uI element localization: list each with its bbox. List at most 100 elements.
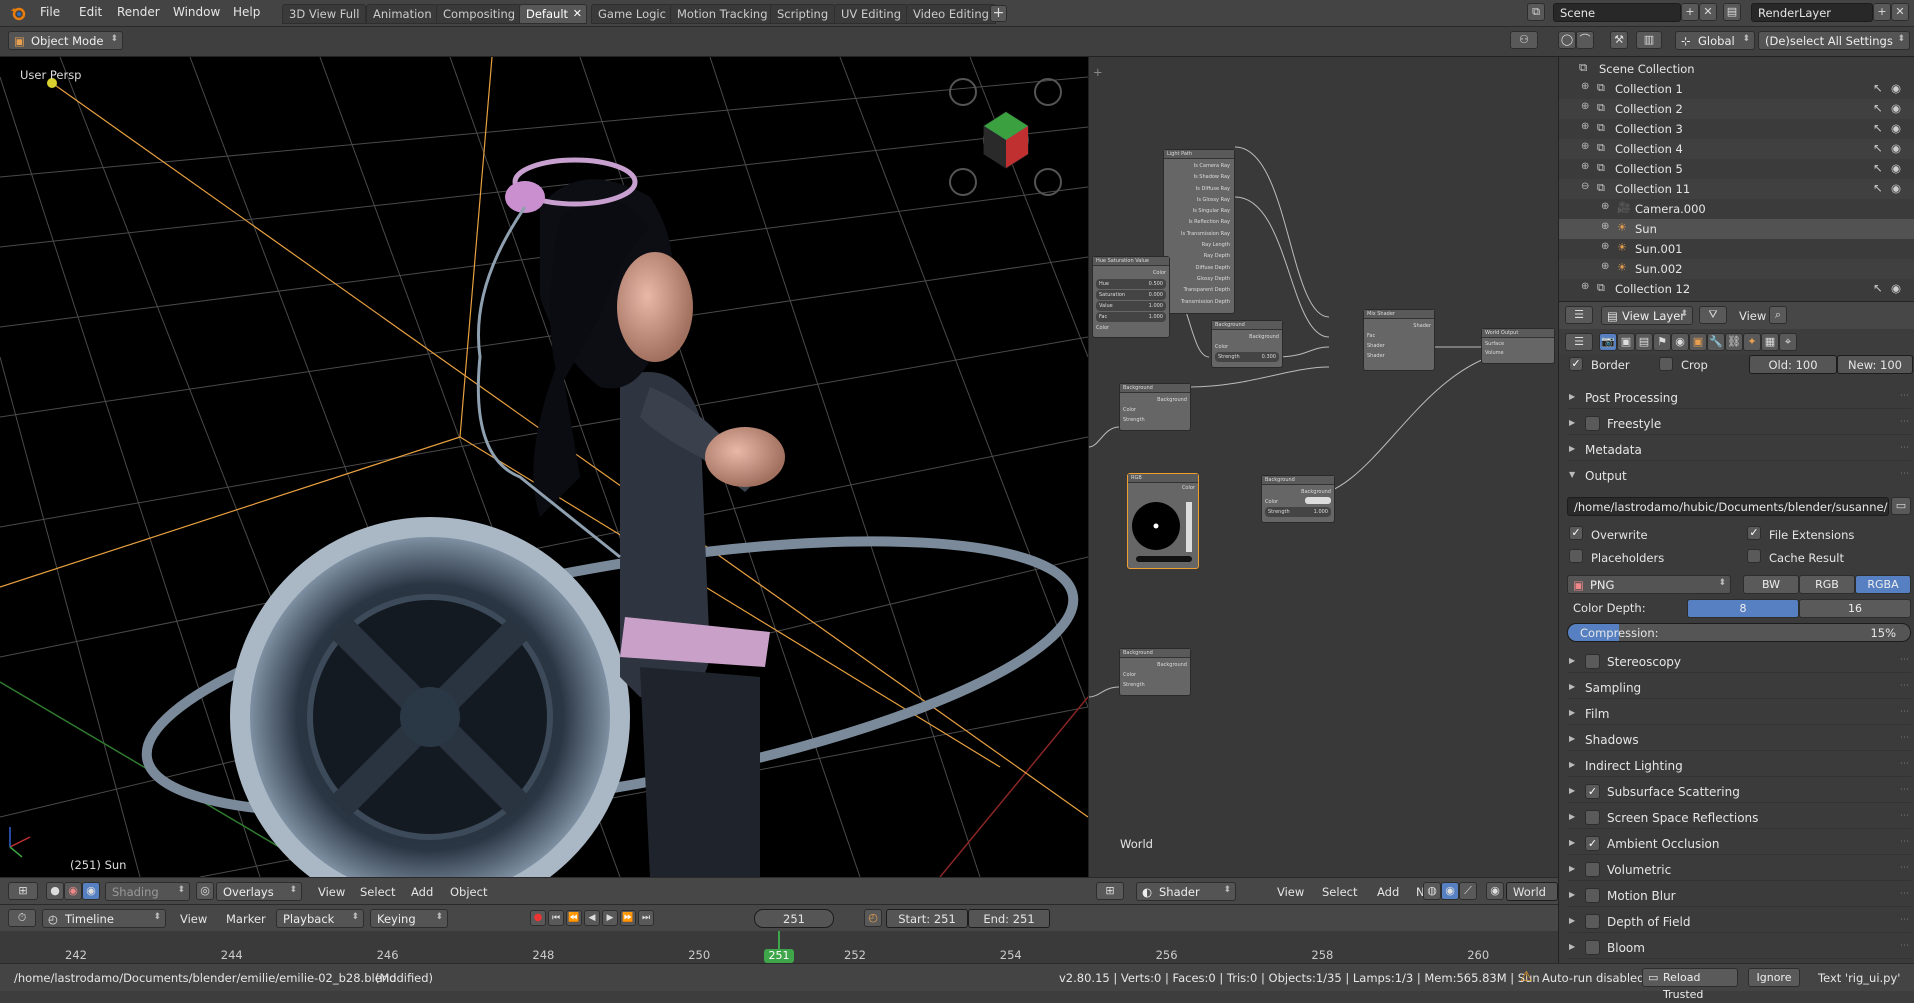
current-frame-field[interactable]: 251: [754, 909, 834, 928]
border-checkbox[interactable]: ✓: [1569, 357, 1583, 371]
outliner-row[interactable]: ⊕ ⧉ Collection 2 ↖ ◉: [1559, 99, 1914, 119]
timeline-editor-type-icon[interactable]: ⏱: [8, 909, 36, 927]
volumetric-checkbox[interactable]: [1585, 862, 1600, 877]
visibility-eye-icon[interactable]: ◉: [1891, 121, 1901, 135]
world-datablock-icon[interactable]: ◉: [1486, 882, 1504, 900]
jump-keyframe-back-icon[interactable]: ⏪: [566, 910, 582, 926]
crop-checkbox[interactable]: [1659, 357, 1673, 371]
new-frame-field[interactable]: New: 100: [1837, 355, 1913, 374]
orientation-dropdown[interactable]: ⊹ Global: [1675, 31, 1755, 50]
node-world-output[interactable]: World Output Surface Volume: [1481, 328, 1555, 364]
pivot-icon[interactable]: ⚇: [1510, 31, 1538, 49]
motion-blur-checkbox[interactable]: [1585, 888, 1600, 903]
object-mode-dropdown[interactable]: ▣ Object Mode: [8, 31, 123, 50]
add-scene-icon[interactable]: +: [1681, 3, 1699, 21]
outliner-row[interactable]: ⊖ ⧉ Collection 11 ↖ ◉: [1559, 179, 1914, 199]
scene-tab-icon[interactable]: ⚑: [1653, 333, 1671, 351]
tab-video-editing[interactable]: Video Editing: [906, 4, 996, 24]
panel-depth-of-field[interactable]: ▶ Depth of Field ⋯: [1567, 911, 1911, 933]
viewport-menu-object[interactable]: Object: [450, 885, 487, 899]
visibility-eye-icon[interactable]: ◉: [1891, 141, 1901, 155]
viewport-menu-add[interactable]: Add: [411, 885, 433, 899]
select-settings-dropdown[interactable]: (De)select All Settings: [1758, 31, 1910, 50]
panel-bloom[interactable]: ▶ Bloom ⋯: [1567, 937, 1911, 959]
properties-editor[interactable]: ✓ Border Crop Old: 100 New: 100 ▶ Post P…: [1558, 355, 1914, 963]
expand-toggle-icon[interactable]: ⊖: [1581, 181, 1589, 192]
start-frame-field[interactable]: Start: 251: [886, 909, 968, 928]
hsv-value[interactable]: 1.000: [1149, 301, 1163, 311]
outliner-row[interactable]: ⊕ ⧉ Collection 4 ↖ ◉: [1559, 139, 1914, 159]
node-menu-add[interactable]: Add: [1377, 885, 1399, 899]
properties-editor-type-icon[interactable]: ☰: [1565, 306, 1593, 324]
outliner-row[interactable]: ⊕ ☀ Sun.001: [1559, 239, 1914, 259]
menu-help[interactable]: Help: [233, 5, 260, 19]
panel-volumetric[interactable]: ▶ Volumetric ⋯: [1567, 859, 1911, 881]
close-tab-icon[interactable]: ✕: [573, 7, 582, 20]
timeline-menu-view[interactable]: View: [180, 912, 207, 926]
drag-grip-icon[interactable]: ⋯: [1900, 811, 1909, 821]
drag-grip-icon[interactable]: ⋯: [1900, 655, 1909, 665]
drag-grip-icon[interactable]: ⋯: [1900, 785, 1909, 795]
ignore-button[interactable]: Ignore: [1748, 968, 1800, 987]
filter-icon[interactable]: ⛛: [1699, 306, 1727, 324]
drag-grip-icon[interactable]: ⋯: [1900, 733, 1909, 743]
viewport-menu-select[interactable]: Select: [360, 885, 395, 899]
overlays-icon[interactable]: ◎: [196, 882, 214, 900]
compression-slider[interactable]: Compression: 15%: [1567, 623, 1911, 642]
drag-grip-icon[interactable]: ⋯: [1900, 707, 1909, 717]
outliner-row[interactable]: ⊕ ☀ Sun.002: [1559, 259, 1914, 279]
selectable-toggle-icon[interactable]: ↖: [1873, 161, 1883, 175]
stereoscopy-checkbox[interactable]: [1585, 654, 1600, 669]
color-mode-rgb-button[interactable]: RGB: [1799, 575, 1855, 594]
expand-toggle-icon[interactable]: ⊕: [1601, 221, 1609, 232]
panel-stereoscopy[interactable]: ▶ Stereoscopy ⋯: [1567, 651, 1911, 673]
timeline-menu-marker[interactable]: Marker: [226, 912, 266, 926]
node-background-1[interactable]: Background Background Color Strength 0.300: [1211, 320, 1283, 368]
props-search-icon[interactable]: ⌕: [1769, 306, 1787, 324]
file-format-dropdown[interactable]: ▣ PNG: [1567, 575, 1731, 594]
tab-game-logic[interactable]: Game Logic: [591, 4, 673, 24]
node-background-4[interactable]: Background Background Color Strength: [1119, 648, 1191, 696]
node-mix-shader[interactable]: Mix Shader Shader Fac Shader Shader: [1363, 309, 1435, 371]
data-tab-icon[interactable]: ✦: [1743, 333, 1761, 351]
line-style-icon[interactable]: ⟋: [1459, 882, 1477, 900]
pan-icon[interactable]: [949, 168, 977, 196]
layers-icon[interactable]: ▥: [1636, 31, 1662, 49]
tab-3d-view-full[interactable]: 3D View Full: [282, 4, 367, 24]
outliner-row[interactable]: ⊕ ⧉ Collection 3 ↖ ◉: [1559, 119, 1914, 139]
screen-space-reflections-checkbox[interactable]: [1585, 810, 1600, 825]
3d-viewport[interactable]: User Persp (251) Sun: [0, 57, 1088, 877]
outliner-scene-collection[interactable]: ⧉ Scene Collection: [1559, 59, 1914, 79]
visibility-eye-icon[interactable]: ◉: [1891, 161, 1901, 175]
selectable-toggle-icon[interactable]: ↖: [1873, 81, 1883, 95]
output-tab-icon[interactable]: ▣: [1617, 333, 1635, 351]
modifiers-tab-icon[interactable]: 🔧: [1707, 333, 1725, 351]
zoom-icon[interactable]: [1034, 168, 1062, 196]
selectable-toggle-icon[interactable]: ↖: [1873, 181, 1883, 195]
overlays-dropdown[interactable]: Overlays: [216, 882, 302, 901]
expand-toggle-icon[interactable]: ⊕: [1601, 261, 1609, 272]
node-menu-select[interactable]: Select: [1322, 885, 1357, 899]
subsurface-scattering-checkbox[interactable]: ✓: [1585, 784, 1600, 799]
color-wheel[interactable]: [1128, 494, 1200, 564]
panel-ambient-occlusion[interactable]: ▶ ✓ Ambient Occlusion ⋯: [1567, 833, 1911, 855]
visibility-eye-icon[interactable]: ◉: [1891, 81, 1901, 95]
play-icon[interactable]: ▶: [602, 910, 618, 926]
reload-trusted-button[interactable]: ▭ Reload Trusted: [1642, 968, 1738, 1001]
navigation-gizmo[interactable]: [983, 111, 1029, 169]
file-extensions-checkbox[interactable]: ✓: [1747, 526, 1761, 540]
object-shader-icon[interactable]: ◍: [1423, 882, 1441, 900]
drag-grip-icon[interactable]: ⋯: [1900, 681, 1909, 691]
menu-window[interactable]: Window: [173, 5, 220, 19]
play-reverse-icon[interactable]: ◀: [584, 910, 600, 926]
drag-grip-icon[interactable]: ⋯: [1900, 391, 1909, 401]
visibility-eye-icon[interactable]: ◉: [1891, 181, 1901, 195]
outliner-row[interactable]: ⊕ ⧉ Collection 12 ↖ ◉: [1559, 279, 1914, 299]
output-path-field[interactable]: /home/lastrodamo/hubic/Documents/blender…: [1567, 497, 1889, 516]
color-depth-16-button[interactable]: 16: [1799, 599, 1911, 618]
blender-logo-icon[interactable]: [10, 5, 26, 21]
proportional-icon[interactable]: ⌒: [1576, 31, 1594, 49]
world-shader-icon[interactable]: ◉: [1441, 882, 1459, 900]
outliner-row[interactable]: ⊕ ⧉ Collection 1 ↖ ◉: [1559, 79, 1914, 99]
drag-grip-icon[interactable]: ⋯: [1900, 837, 1909, 847]
